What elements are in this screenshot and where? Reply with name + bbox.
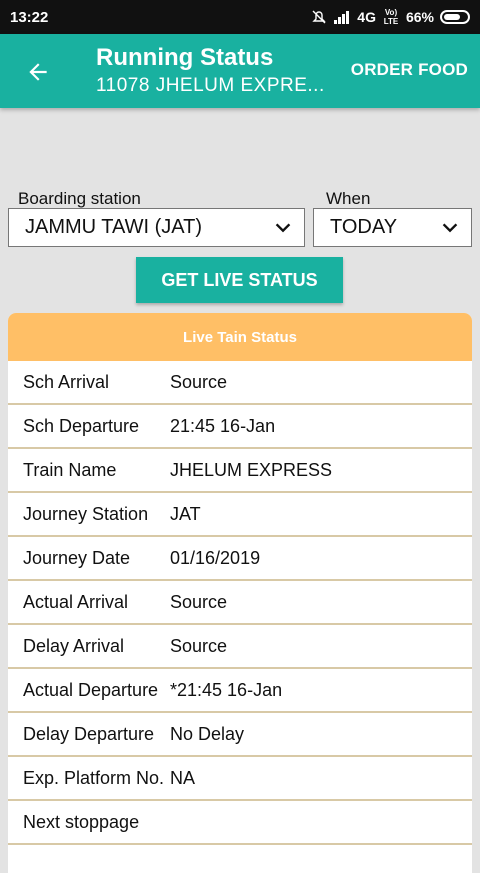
row-value: Source: [170, 591, 228, 612]
row-value: 01/16/2019: [170, 547, 261, 568]
status-bar: 13:22 4G Vo) LTE 66%: [0, 0, 480, 34]
row-key: Actual Departure: [23, 679, 159, 700]
row-key: Exp. Platform No.: [23, 767, 165, 788]
mute-icon: [312, 10, 326, 24]
boarding-station-label: Boarding station: [18, 189, 141, 208]
app-bar: Running Status 11078 JHELUM EXPRE... ORD…: [0, 34, 480, 108]
row-key: Actual Arrival: [23, 591, 129, 612]
table-row: Next stoppage: [8, 801, 472, 845]
table-row: Journey Station JAT: [8, 493, 472, 537]
arrow-left-icon: [29, 63, 47, 81]
page-title: Running Status: [96, 44, 274, 71]
table-row: Actual Departure *21:45 16-Jan: [8, 669, 472, 713]
network-type: 4G: [357, 9, 376, 25]
row-key: Sch Arrival: [23, 371, 110, 392]
lte-badge: Vo) LTE: [383, 8, 399, 26]
boarding-station-select[interactable]: JAMMU TAWI (JAT): [8, 208, 305, 247]
row-value: Source: [170, 371, 228, 392]
when-label: When: [326, 189, 371, 208]
train-subtitle: 11078 JHELUM EXPRE...: [96, 75, 325, 96]
battery-icon: [440, 10, 470, 24]
table-row: Delay Arrival Source: [8, 625, 472, 669]
order-food-button[interactable]: ORDER FOOD: [351, 60, 468, 80]
title-block: Running Status 11078 JHELUM EXPRE...: [96, 43, 325, 99]
table-row: Exp. Platform No. NA: [8, 757, 472, 801]
signal-icon: [334, 11, 350, 24]
row-value: *21:45 16-Jan: [170, 679, 283, 700]
status-icons: 4G Vo) LTE 66%: [311, 8, 470, 26]
row-key: Delay Departure: [23, 723, 155, 744]
row-key: Delay Arrival: [23, 635, 125, 656]
card-header: Live Tain Status: [8, 313, 472, 361]
chevron-down-icon: [442, 222, 458, 232]
row-value: Source: [170, 635, 228, 656]
battery-percent: 66%: [405, 9, 434, 25]
chevron-down-icon: [275, 222, 291, 232]
when-select[interactable]: TODAY: [313, 208, 472, 247]
live-status-card: Live Tain Status Sch Arrival Source Sch …: [8, 313, 472, 873]
status-time: 13:22: [10, 8, 49, 26]
table-row: Sch Arrival Source: [8, 361, 472, 405]
row-value: 21:45 16-Jan: [170, 415, 276, 436]
row-value: JHELUM EXPRESS: [170, 459, 333, 480]
table-row: Train Name JHELUM EXPRESS: [8, 449, 472, 493]
table-row: Journey Date 01/16/2019: [8, 537, 472, 581]
row-key: Next stoppage: [23, 811, 140, 832]
table-row: Actual Arrival Source: [8, 581, 472, 625]
when-value: TODAY: [330, 216, 398, 238]
row-key: Journey Station: [23, 503, 149, 524]
row-value: No Delay: [170, 723, 245, 744]
row-value: JAT: [170, 503, 201, 524]
row-key: Sch Departure: [23, 415, 140, 436]
back-button[interactable]: [20, 54, 56, 90]
boarding-station-value: JAMMU TAWI (JAT): [25, 216, 203, 238]
row-value: NA: [170, 767, 196, 788]
get-live-status-button[interactable]: GET LIVE STATUS: [136, 257, 343, 303]
table-row: Sch Departure 21:45 16-Jan: [8, 405, 472, 449]
row-key: Journey Date: [23, 547, 131, 568]
table-row: Delay Departure No Delay: [8, 713, 472, 757]
row-key: Train Name: [23, 459, 117, 480]
